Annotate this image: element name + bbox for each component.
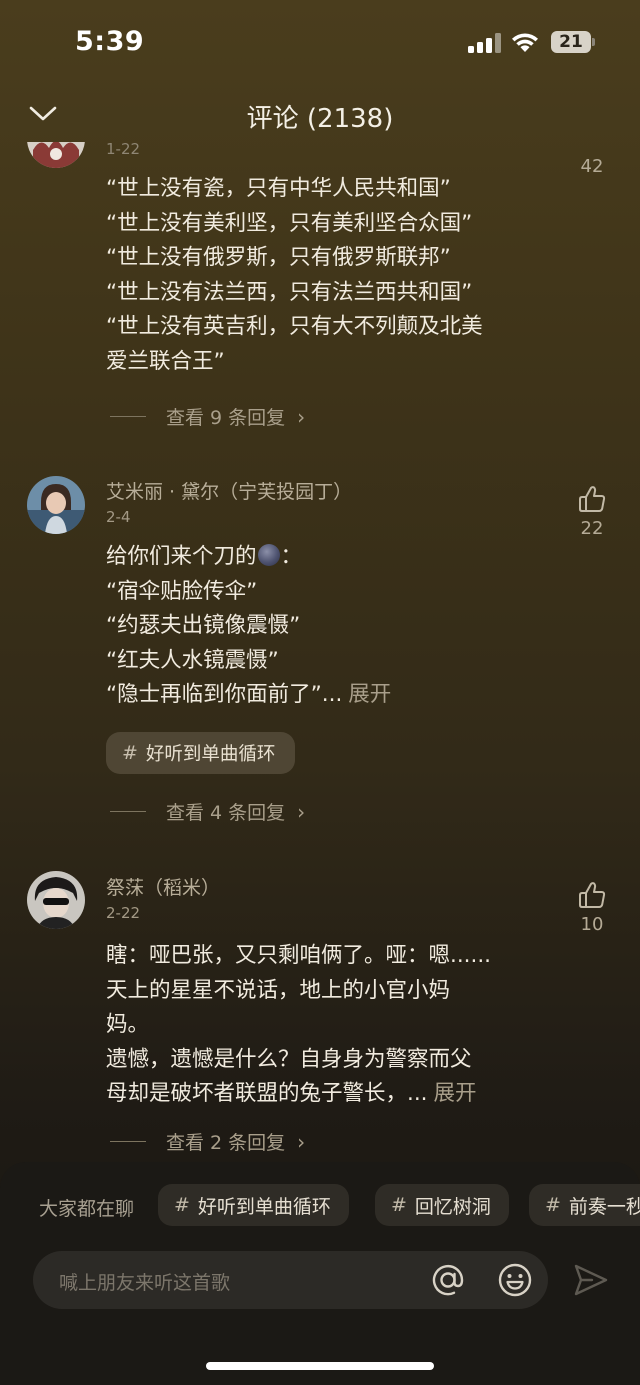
comment-line: “世上没有英吉利，只有大不列颠及北美 [106,314,483,339]
page-title: 评论 (2138) [246,104,394,134]
comment-line: “红夫人水镜震慑” [106,647,279,673]
send-icon[interactable] [572,1262,610,1298]
topic-chip-label: 回忆树洞 [414,1195,491,1218]
user-name[interactable]: 艾米丽 · 黛尔（宁芙投园丁） [106,477,352,504]
comment-text: 母却是破坏者联盟的兔子警长，... [106,1081,428,1106]
topics-row: 大家都在聊 # 好听到单曲循环 # 回忆树洞 # 前奏一秒 [0,1184,640,1228]
view-replies-link[interactable]: 查看 2 条回复 › [110,1128,305,1155]
topic-chip-label: 前奏一秒 [568,1195,640,1218]
replies-label: 查看 9 条回复 [166,407,286,429]
comment-body: “世上没有瓷，只有中华人民共和国” “世上没有美利坚，只有美利坚合众国” “世上… [106,172,546,379]
hash-icon: # [174,1194,190,1216]
comment-input-placeholder: 喊上朋友来听这首歌 [59,1272,231,1294]
battery-icon: 21 [551,31,595,53]
avatar[interactable] [27,871,85,929]
comment-date: 2-22 [106,904,141,922]
like-count: 42 [580,156,604,177]
divider [110,416,146,417]
smile-icon[interactable] [496,1261,534,1299]
comment-line: “世上没有美利坚，只有美利坚合众国” [106,210,473,236]
avatar[interactable] [27,142,85,168]
comment-line: 妈。 [106,1012,150,1037]
like-button[interactable]: 22 [567,484,617,539]
signal-icon [468,33,502,53]
comment-line: 瞎：哑巴张，又只剩咱俩了。哑：嗯...... [106,943,492,968]
wifi-icon [512,33,538,52]
replies-label: 查看 2 条回复 [166,1132,286,1154]
user-name[interactable]: 祭莯（稻米） [106,873,220,900]
topic-chip-label: 好听到单曲循环 [197,1195,331,1218]
view-replies-link[interactable]: 查看 4 条回复 › [110,798,305,825]
like-count: 22 [580,518,604,539]
topics-label: 大家都在聊 [39,1198,135,1220]
chevron-right-icon: › [297,1129,306,1154]
divider [110,811,146,812]
comment-text: ： [280,544,303,569]
hash-icon: # [122,742,138,764]
replies-label: 查看 4 条回复 [166,802,286,824]
thumb-up-icon [579,882,606,908]
avatar[interactable] [27,476,85,534]
hash-icon: # [391,1194,407,1216]
view-replies-link[interactable]: 查看 9 条回复 › [110,403,305,430]
bottom-panel: 大家都在聊 # 好听到单曲循环 # 回忆树洞 # 前奏一秒 喊上朋友来听这首歌 [0,1162,640,1385]
comment-body: 瞎：哑巴张，又只剩咱俩了。哑：嗯...... 天上的星星不说话，地上的小官小妈 … [106,939,546,1112]
topic-chip[interactable]: # 回忆树洞 [375,1184,509,1226]
comment-line: “宿伞贴脸传伞” [106,578,258,604]
at-icon[interactable] [429,1261,467,1299]
thumb-up-icon [579,486,606,512]
comment-line: 遗憾，遗憾是什么？自身身为警察而父 [106,1046,472,1072]
like-button[interactable]: 10 [567,880,617,935]
topic-tag-label: 好听到单曲循环 [145,744,276,765]
chevron-right-icon: › [297,404,306,429]
comment-line: “世上没有俄罗斯，只有俄罗斯联邦” [106,245,451,270]
comment-line: “隐士再临到你面前了”... 展开 [106,678,546,713]
home-indicator [206,1362,434,1370]
comment-line: “约瑟夫出镜像震慑” [106,613,301,638]
like-count: 10 [580,914,604,935]
expand-link[interactable]: 展开 [348,682,391,707]
status-time: 5:39 [75,26,145,57]
topic-tag[interactable]: # 好听到单曲循环 [106,732,296,774]
comment-text: 给你们来个刀的 [106,544,257,569]
comment-date: 1-22 [106,142,141,158]
comment-line: 爱兰联合王” [106,348,225,374]
divider [110,1141,146,1142]
comment-list[interactable]: 1-22 42 “世上没有瓷，只有中华人民共和国” “世上没有美利坚，只有美利坚… [0,142,640,1162]
comment-text: “隐士再临到你面前了”... [106,682,343,707]
comment-line: 母却是破坏者联盟的兔子警长，... 展开 [106,1077,546,1112]
comment-line: 天上的星星不说话，地上的小官小妈 [106,977,451,1003]
like-button[interactable]: 42 [567,152,617,177]
comments-header: 评论 (2138) [0,86,640,142]
status-bar: 5:39 21 [0,0,640,84]
chevron-right-icon: › [297,799,306,824]
topic-chip[interactable]: # 前奏一秒 [529,1184,640,1226]
comment-line: 给你们来个刀的 ： [106,540,546,575]
comment-date: 2-4 [106,508,131,526]
comment-input[interactable]: 喊上朋友来听这首歌 [33,1251,548,1309]
comment-line: “世上没有瓷，只有中华人民共和国” [106,176,451,201]
hash-icon: # [545,1194,561,1216]
emoji-face-icon [257,544,280,566]
battery-level: 21 [559,32,583,52]
comment-body: 给你们来个刀的 ： “宿伞贴脸传伞” “约瑟夫出镜像震慑” “红夫人水镜震慑” “… [106,540,546,713]
expand-link[interactable]: 展开 [434,1081,477,1106]
topic-chip[interactable]: # 好听到单曲循环 [158,1184,349,1226]
comment-line: “世上没有法兰西，只有法兰西共和国” [106,279,473,305]
